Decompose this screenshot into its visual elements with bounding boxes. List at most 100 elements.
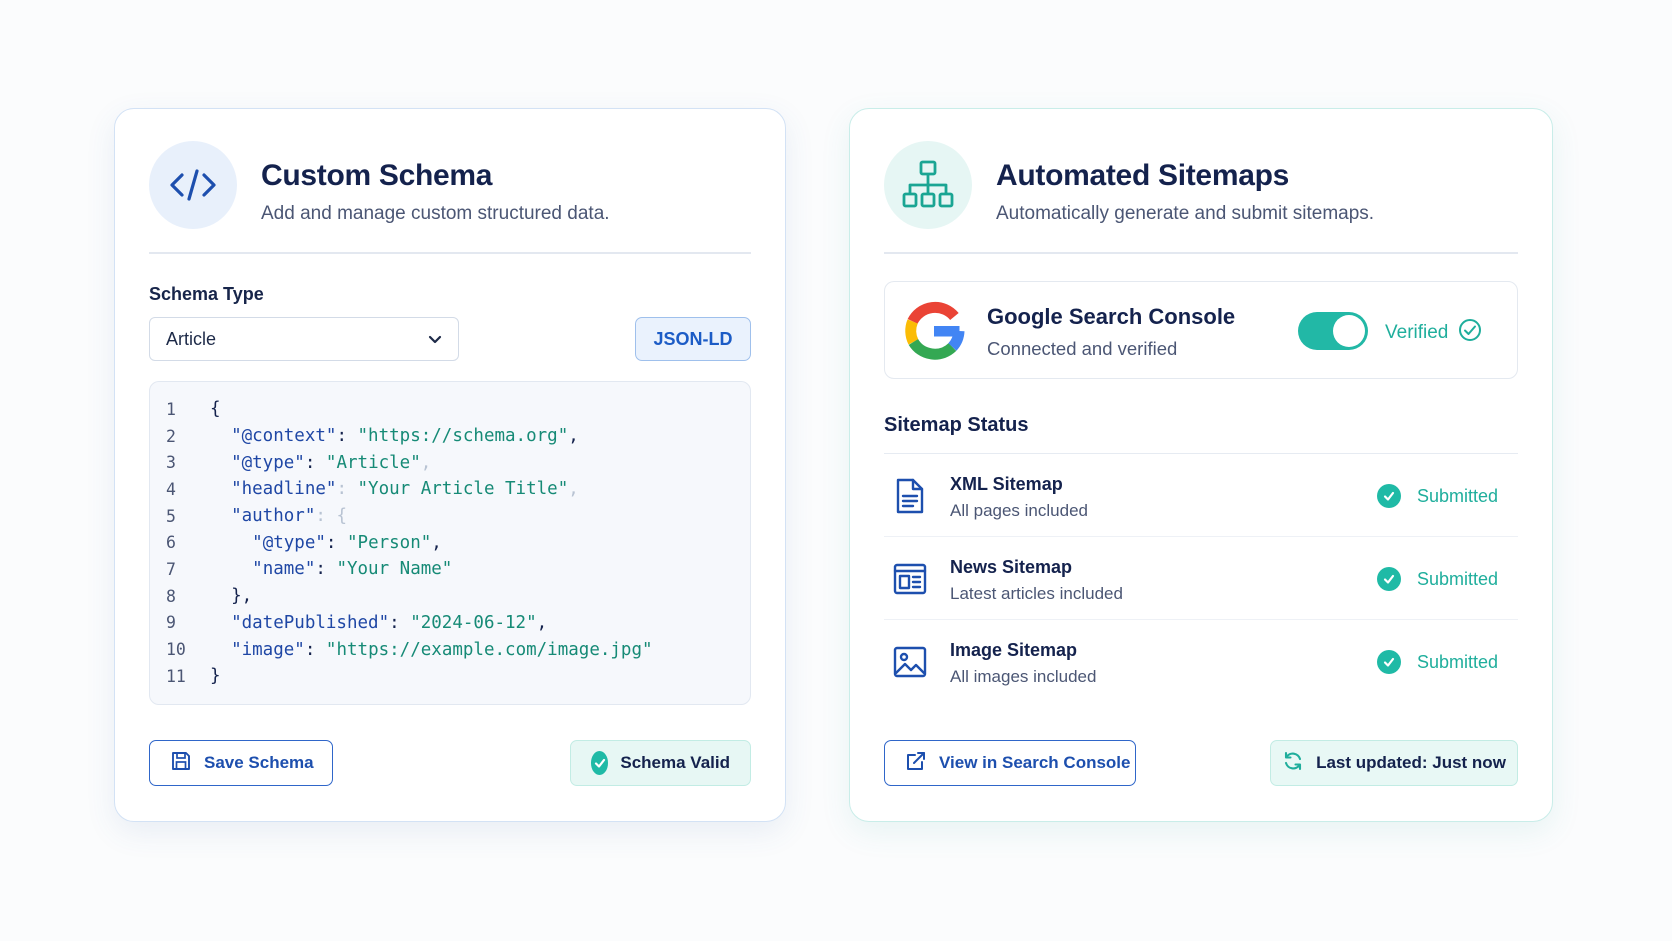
- save-schema-button[interactable]: Save Schema: [149, 740, 333, 786]
- custom-schema-card: Custom Schema Add and manage custom stru…: [114, 108, 786, 822]
- line-number: 10: [166, 640, 186, 660]
- code-token: "@type": [231, 452, 305, 473]
- last-updated-label: Last updated: Just now: [1316, 753, 1506, 772]
- custom-schema-header: Custom Schema Add and manage custom stru…: [149, 141, 751, 233]
- sitemap-status-title: Sitemap Status: [884, 414, 1029, 436]
- sitemap-name: XML Sitemap: [950, 474, 1063, 494]
- code-token: :: [325, 532, 347, 553]
- image-icon: [892, 642, 928, 682]
- line-number: 6: [166, 533, 176, 553]
- toggle-knob: [1333, 315, 1365, 347]
- code-token: ,: [431, 532, 442, 553]
- code-token: "datePublished": [231, 612, 390, 633]
- code-token: "headline": [231, 479, 337, 500]
- code-token: :: [336, 426, 358, 447]
- sitemap-name: Image Sitemap: [950, 640, 1078, 660]
- gsc-connection-toggle[interactable]: [1298, 312, 1368, 350]
- header-divider: [884, 252, 1518, 254]
- google-search-console-panel: Google Search Console Connected and veri…: [884, 281, 1518, 379]
- code-text: "author": {: [210, 506, 347, 526]
- header-divider: [149, 252, 751, 254]
- code-line: 8 },: [150, 583, 750, 610]
- automated-sitemaps-card: Automated Sitemaps Automatically generat…: [849, 108, 1553, 822]
- code-text: "datePublished": "2024-06-12",: [210, 613, 547, 633]
- sitemap-status: Submitted: [1376, 650, 1498, 674]
- code-token: "@context": [231, 426, 337, 447]
- save-icon: [170, 750, 192, 777]
- code-token: "2024-06-12": [410, 612, 537, 633]
- save-schema-label: Save Schema: [204, 753, 314, 772]
- code-token: ,: [568, 479, 579, 500]
- code-token: "https://example.com/image.jpg": [325, 639, 653, 660]
- custom-schema-subtitle: Add and manage custom structured data.: [261, 203, 610, 224]
- code-text: {: [210, 399, 221, 419]
- sitemap-row-xml[interactable]: XML Sitemap All pages included Submitted: [884, 454, 1518, 537]
- code-token: : {: [315, 506, 347, 527]
- sitemap-icon: [884, 141, 972, 229]
- code-token: "Your Article Title": [357, 479, 569, 500]
- code-token: ,: [568, 426, 579, 447]
- code-line: 6 "@type": "Person",: [150, 529, 750, 556]
- code-line: 4 "headline": "Your Article Title",: [150, 476, 750, 503]
- automated-sitemaps-subtitle: Automatically generate and submit sitema…: [996, 203, 1375, 224]
- code-text: "image": "https://example.com/image.jpg": [210, 639, 653, 660]
- code-token: "author": [231, 506, 316, 527]
- code-line: 2 "@context": "https://schema.org",: [150, 423, 750, 450]
- line-number: 7: [166, 559, 176, 579]
- code-token: :: [389, 612, 411, 633]
- sitemap-description: All images included: [950, 667, 1097, 686]
- schema-type-value: Article: [166, 328, 217, 349]
- view-in-search-console-label: View in Search Console: [939, 753, 1131, 772]
- code-token: "Your Name": [336, 559, 453, 580]
- code-text: "headline": "Your Article Title",: [210, 479, 579, 499]
- last-updated-badge[interactable]: Last updated: Just now: [1270, 740, 1518, 786]
- check-circle-outline-icon: [1458, 318, 1482, 348]
- verified-status: Verified: [1385, 318, 1482, 348]
- code-text: "@type": "Article",: [210, 453, 431, 473]
- schema-type-select[interactable]: Article: [149, 317, 459, 361]
- code-token: "@type": [252, 532, 326, 553]
- schema-code-editor[interactable]: 1{2 "@context": "https://schema.org", 3 "…: [149, 381, 751, 705]
- code-line: 5 "author": {: [150, 503, 750, 530]
- json-ld-badge[interactable]: JSON-LD: [635, 317, 751, 361]
- code-token: "Article": [325, 452, 421, 473]
- sitemap-status-label: Submitted: [1416, 651, 1498, 672]
- code-line: 7 "name": "Your Name": [150, 556, 750, 583]
- check-circle-icon: [1376, 650, 1401, 674]
- sitemap-row-image[interactable]: Image Sitemap All images included Submit…: [884, 620, 1518, 703]
- line-number: 11: [166, 666, 186, 686]
- sitemap-status: Submitted: [1376, 567, 1498, 591]
- code-token: {: [210, 399, 221, 420]
- code-token: }: [210, 666, 221, 687]
- line-number: 4: [166, 479, 176, 499]
- gsc-title: Google Search Console: [987, 304, 1236, 329]
- code-text: "name": "Your Name": [210, 559, 452, 579]
- gsc-subtitle: Connected and verified: [987, 338, 1178, 359]
- sitemap-name: News Sitemap: [950, 557, 1073, 577]
- code-token: :: [304, 452, 326, 473]
- refresh-icon: [1282, 750, 1304, 777]
- sitemap-row-news[interactable]: News Sitemap Latest articles included Su…: [884, 537, 1518, 620]
- code-token: "name": [252, 559, 316, 580]
- line-number: 2: [166, 426, 176, 446]
- code-line: 10 "image": "https://example.com/image.j…: [150, 636, 750, 663]
- code-text: }: [210, 666, 221, 686]
- view-in-search-console-button[interactable]: View in Search Console: [884, 740, 1136, 786]
- code-token: "https://schema.org": [357, 426, 569, 447]
- google-logo-icon: [903, 300, 965, 367]
- code-token: },: [231, 586, 253, 607]
- code-token: "image": [231, 639, 305, 660]
- line-number: 5: [166, 506, 176, 526]
- chevron-down-icon: [426, 330, 444, 353]
- document-icon: [892, 476, 928, 516]
- sitemap-status-label: Submitted: [1416, 568, 1498, 589]
- line-number: 9: [166, 613, 176, 633]
- check-circle-icon: [1376, 484, 1401, 508]
- external-link-icon: [905, 750, 927, 777]
- code-token: "Person": [347, 532, 432, 553]
